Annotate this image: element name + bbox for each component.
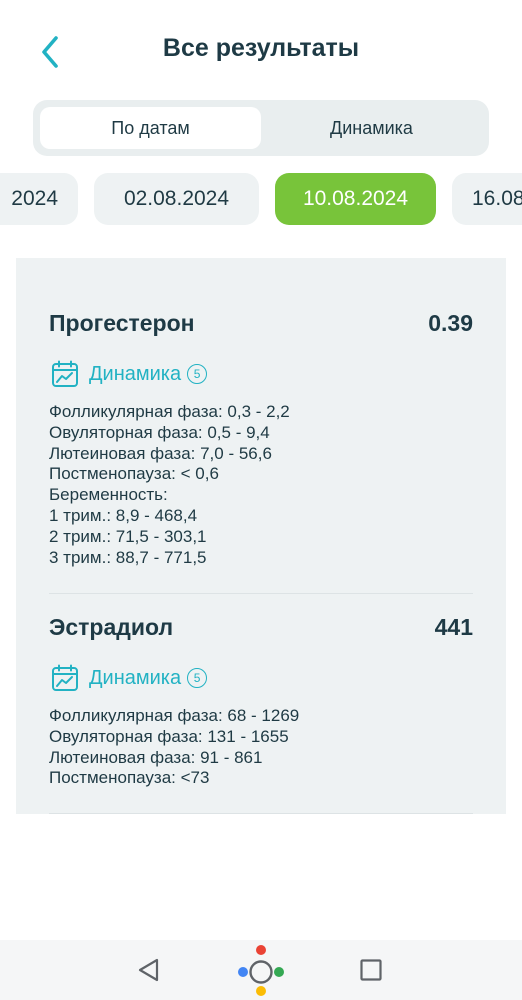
result-item: Эстрадиол 441 Динамика 5 Фолликулярная ф… xyxy=(49,614,473,804)
range-line: Фолликулярная фаза: 68 - 1269 xyxy=(49,706,300,725)
nav-back-button[interactable] xyxy=(119,940,179,1000)
range-line: Беременность: xyxy=(49,485,168,505)
range-line: Фолликулярная фаза: 0,3 - 2,2 xyxy=(49,402,290,421)
dynamics-label: Динамика xyxy=(89,666,182,689)
nav-recents-button[interactable] xyxy=(341,940,401,1000)
reference-ranges: Фолликулярная фаза: 0,3 - 2,2 Овуляторна… xyxy=(49,402,290,568)
result-item: Прогестерон 0.39 Динамика 5 Фолликулярна… xyxy=(49,310,473,580)
assistant-home-icon xyxy=(238,945,284,996)
dynamics-link[interactable]: Динамика 5 xyxy=(51,358,208,390)
header: Все результаты xyxy=(0,0,522,100)
date-selector[interactable]: 2024 02.08.2024 10.08.2024 16.08 xyxy=(0,173,522,225)
calendar-chart-icon xyxy=(52,664,78,691)
dynamics-label: Динамика xyxy=(89,362,182,385)
test-value: 0.39 xyxy=(428,310,473,336)
date-chip[interactable]: 2024 xyxy=(0,173,78,225)
date-chip-selected[interactable]: 10.08.2024 xyxy=(275,173,436,225)
range-line: 3 трим.: 88,7 - 771,5 xyxy=(49,547,207,567)
system-nav-bar xyxy=(0,940,522,1000)
square-recents-icon xyxy=(360,959,382,981)
range-line: Лютеиновая фаза: 7,0 - 56,6 xyxy=(49,443,272,463)
tab-by-dates[interactable]: По датам xyxy=(40,107,261,149)
range-line: Овуляторная фаза: 0,5 - 9,4 xyxy=(49,422,270,442)
results-card: Прогестерон 0.39 Динамика 5 Фолликулярна… xyxy=(16,258,506,814)
range-line: 1 трим.: 8,9 - 468,4 xyxy=(49,505,198,525)
range-line: Овуляторная фаза: 131 - 1655 xyxy=(49,726,289,746)
nav-home-button[interactable] xyxy=(231,940,291,1000)
view-mode-tabs: По датам Динамика xyxy=(33,100,489,156)
test-name: Прогестерон xyxy=(49,310,195,336)
dynamics-count-badge: 5 xyxy=(187,364,208,384)
range-line: 2 трим.: 71,5 - 303,1 xyxy=(49,526,207,546)
divider xyxy=(49,593,473,594)
triangle-back-icon xyxy=(138,958,159,982)
dynamics-link[interactable]: Динамика 5 xyxy=(51,662,208,694)
tab-dynamics[interactable]: Динамика xyxy=(261,107,482,149)
page-title: Все результаты xyxy=(162,34,360,62)
reference-ranges: Фолликулярная фаза: 68 - 1269 Овуляторна… xyxy=(49,706,299,789)
test-value: 441 xyxy=(434,614,473,640)
range-line: Лютеиновая фаза: 91 - 861 xyxy=(49,747,263,767)
dynamics-count-badge: 5 xyxy=(187,668,208,688)
date-chip[interactable]: 16.08 xyxy=(452,173,522,225)
calendar-chart-icon xyxy=(52,360,78,387)
range-line: Постменопауза: < 0,6 xyxy=(49,464,219,484)
divider xyxy=(49,813,473,814)
range-line: Постменопауза: <73 xyxy=(49,768,210,788)
test-name: Эстрадиол xyxy=(49,614,174,640)
date-chip[interactable]: 02.08.2024 xyxy=(94,173,259,225)
